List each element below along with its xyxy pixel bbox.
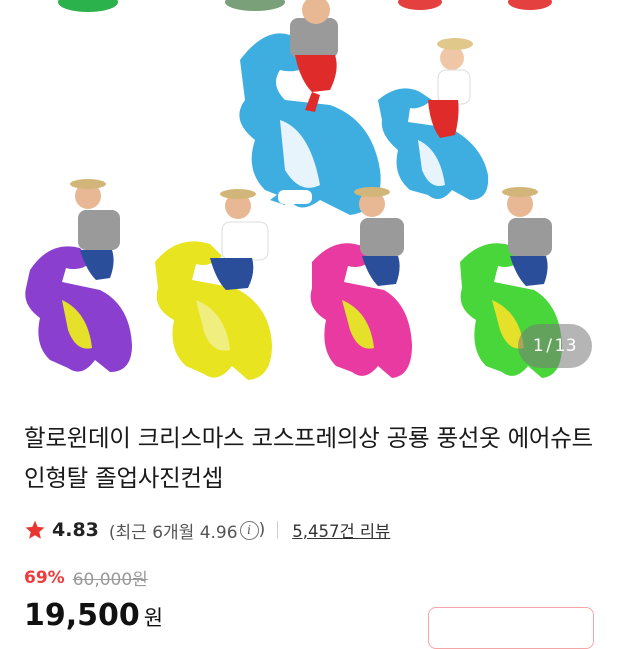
image-counter: 1 / 13: [518, 324, 592, 368]
pink-dino: [310, 187, 412, 378]
recent-rating: (최근 6개월 4.96: [108, 522, 238, 543]
coupon-button[interactable]: [428, 607, 594, 649]
blue-dino-adult: [239, 0, 381, 216]
purple-dino: [25, 179, 132, 372]
final-price-amount: 19,500: [24, 598, 140, 633]
original-price: 60,000원: [72, 570, 148, 590]
final-price: 19,500 원: [24, 596, 163, 638]
rating-row: 4.83 (최근 6개월 4.96 i ) 5,457건 리뷰: [24, 514, 390, 546]
counter-separator: /: [546, 336, 553, 356]
star-icon: [25, 520, 45, 539]
info-icon[interactable]: i: [239, 520, 259, 540]
blue-dino-child: [378, 38, 489, 200]
final-price-unit: 원: [143, 606, 164, 630]
counter-current: 1: [532, 336, 545, 356]
price-row: 69% 60,000원: [24, 565, 148, 591]
yellow-dino: [155, 189, 272, 380]
discount-rate: 69%: [24, 567, 65, 588]
recent-rating-close: ): [258, 520, 266, 540]
counter-total: 13: [554, 336, 578, 356]
rating-score: 4.83: [52, 519, 99, 541]
review-count-link[interactable]: 5,457건 리뷰: [292, 518, 390, 542]
product-title: 할로윈데이 크리스마스 코스프레의상 공룡 풍선옷 에어슈트 인형탈 졸업사진컨…: [24, 424, 593, 492]
divider: [277, 521, 279, 539]
product-image-gallery[interactable]: 1 / 13: [0, 0, 617, 400]
